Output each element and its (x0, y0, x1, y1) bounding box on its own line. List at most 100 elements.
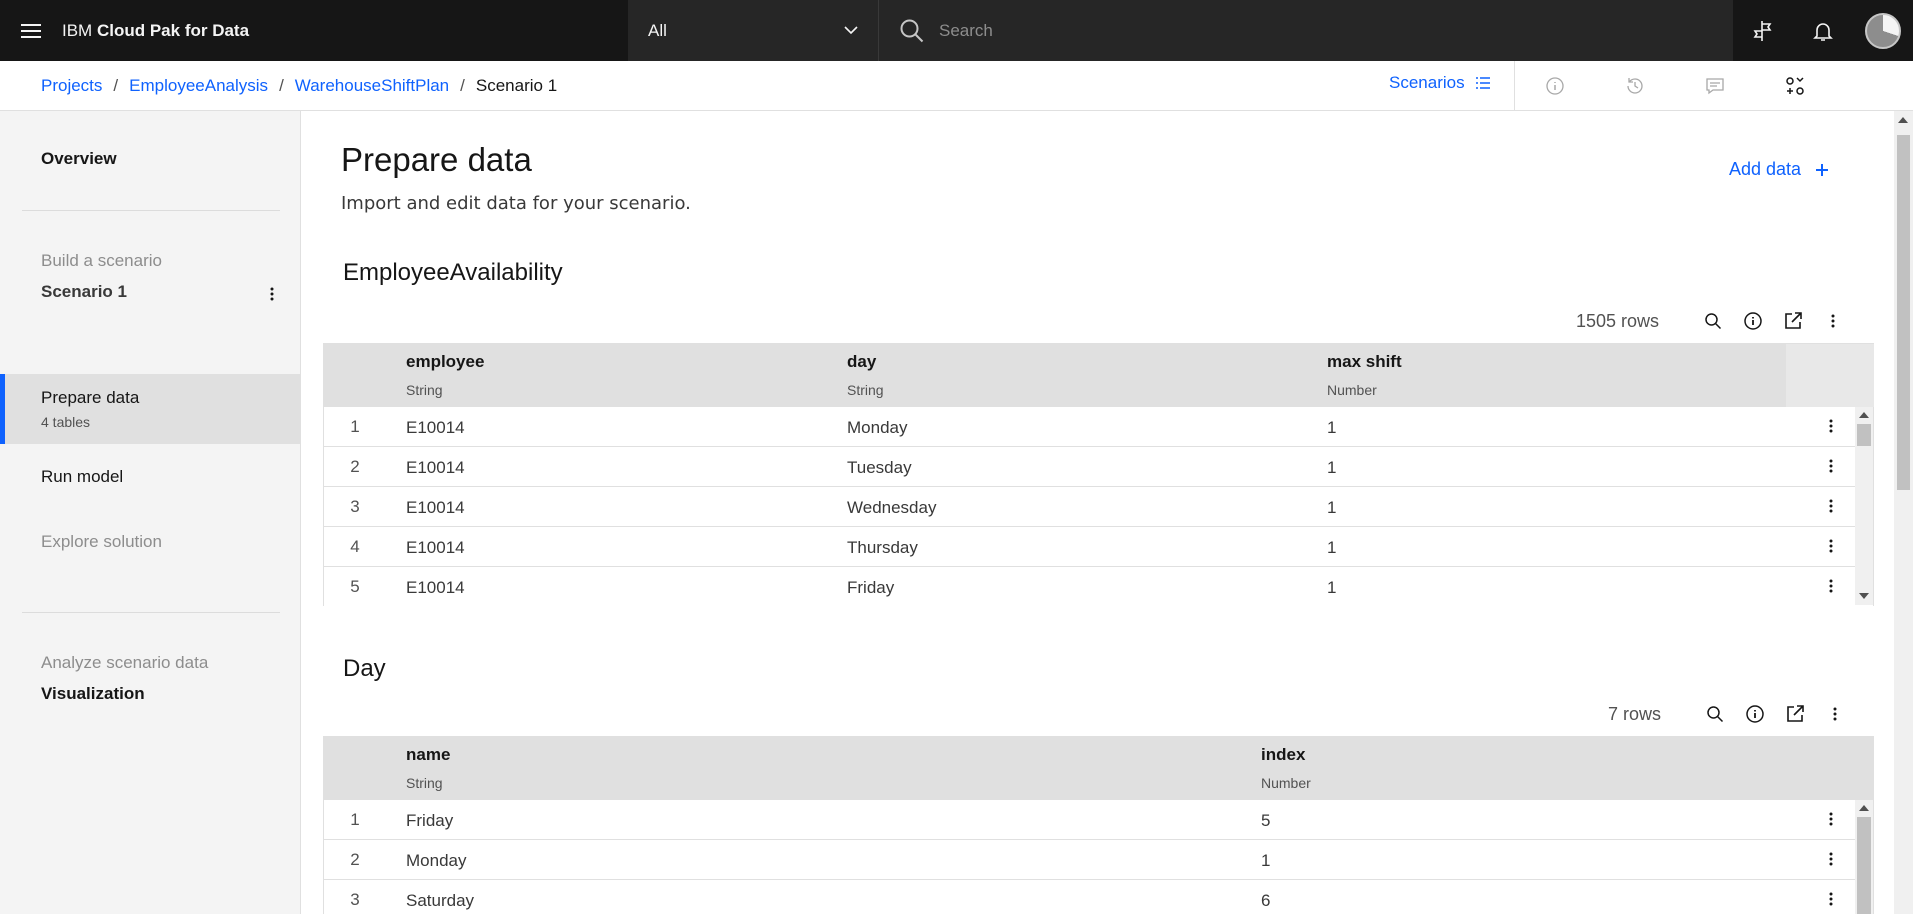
scenario-overflow-menu-icon[interactable] (270, 287, 274, 306)
table-cell[interactable]: Friday (847, 578, 894, 598)
row-index: 1 (350, 810, 360, 829)
sidebar-item-visualization[interactable]: Visualization (41, 684, 145, 704)
table-cell[interactable]: E10014 (406, 498, 465, 518)
table-title: EmployeeAvailability (343, 259, 563, 286)
column-header[interactable]: max shift (1327, 352, 1402, 372)
table-row[interactable]: 2 E10014 Tuesday 1 (324, 447, 1873, 487)
table-cell[interactable]: E10014 (406, 578, 465, 598)
column-header[interactable]: name (406, 745, 450, 765)
row-overflow-menu-icon[interactable] (1829, 892, 1833, 906)
table-cell[interactable]: 1 (1327, 458, 1336, 478)
user-avatar[interactable] (1853, 0, 1913, 61)
column-type: String (406, 775, 443, 791)
search-icon (900, 19, 924, 42)
row-overflow-menu-icon[interactable] (1829, 459, 1833, 473)
plus-icon (1816, 163, 1829, 176)
table-cell[interactable]: 1 (1327, 418, 1336, 438)
column-type: Number (1327, 382, 1377, 398)
chevron-down-icon (844, 26, 858, 35)
scroll-up-arrow-icon[interactable] (1859, 412, 1869, 418)
table-cell[interactable]: 1 (1327, 538, 1336, 558)
table-search-icon[interactable] (1693, 306, 1733, 336)
table-cell[interactable]: Thursday (847, 538, 918, 558)
table-scrollbar[interactable] (1855, 407, 1873, 605)
table-search-icon[interactable] (1695, 699, 1735, 729)
table-cell[interactable]: E10014 (406, 458, 465, 478)
table-cell[interactable]: Friday (406, 811, 453, 831)
sidebar-item-overview[interactable]: Overview (41, 149, 117, 169)
breadcrumb-warehouse-shift-plan[interactable]: WarehouseShiftPlan (295, 76, 449, 96)
product-brand[interactable]: IBM Cloud Pak for Data (62, 21, 628, 41)
column-header[interactable]: employee (406, 352, 484, 372)
scroll-up-arrow-icon[interactable] (1898, 117, 1908, 123)
table-cell[interactable]: E10014 (406, 418, 465, 438)
table-row[interactable]: 3 E10014 Wednesday 1 (324, 487, 1873, 527)
info-icon[interactable] (1542, 73, 1568, 99)
table-overflow-menu-icon[interactable] (1815, 699, 1855, 729)
breadcrumb-projects[interactable]: Projects (41, 76, 102, 96)
sidebar-item-run-model[interactable]: Run model (41, 467, 123, 487)
decision-optimization-icon[interactable] (1782, 73, 1808, 99)
open-external-icon[interactable] (1775, 699, 1815, 729)
open-external-icon[interactable] (1773, 306, 1813, 336)
row-index: 2 (350, 850, 360, 869)
global-search[interactable]: Search (878, 0, 1733, 61)
scroll-up-arrow-icon[interactable] (1859, 805, 1869, 811)
signpost-icon[interactable] (1733, 0, 1793, 61)
table-scrollbar[interactable] (1855, 800, 1873, 914)
table-cell[interactable]: Wednesday (847, 498, 936, 518)
history-icon[interactable] (1622, 73, 1648, 99)
table-cell[interactable]: Saturday (406, 891, 474, 911)
breadcrumb-employee-analysis[interactable]: EmployeeAnalysis (129, 76, 268, 96)
table-overflow-menu-icon[interactable] (1813, 306, 1853, 336)
scope-dropdown[interactable]: All (628, 0, 878, 61)
scenario-name[interactable]: Scenario 1 (41, 282, 127, 302)
table-row[interactable]: 1 E10014 Monday 1 (324, 407, 1873, 447)
breadcrumb-current: Scenario 1 (475, 75, 558, 95)
table-row[interactable]: 5 E10014 Friday 1 (324, 567, 1873, 607)
table-cell[interactable]: 1 (1327, 498, 1336, 518)
table-toolbar: 7 rows (1608, 699, 1855, 729)
table-row[interactable]: 2 Monday 1 (324, 840, 1873, 880)
row-index: 4 (350, 537, 360, 556)
column-header[interactable]: day (847, 352, 876, 372)
row-overflow-menu-icon[interactable] (1829, 579, 1833, 593)
comment-icon[interactable] (1702, 73, 1728, 99)
breadcrumb-separator: / (279, 75, 284, 95)
notification-bell-icon[interactable] (1793, 0, 1853, 61)
sidebar-item-explore-solution[interactable]: Explore solution (41, 532, 162, 552)
table-info-icon[interactable] (1733, 306, 1773, 336)
table-row[interactable]: 3 Saturday 6 (324, 880, 1873, 914)
table-cell[interactable]: E10014 (406, 538, 465, 558)
table-cell[interactable]: 6 (1261, 891, 1270, 911)
column-header[interactable]: index (1261, 745, 1305, 765)
table-cell[interactable]: Monday (847, 418, 907, 438)
scroll-down-arrow-icon[interactable] (1859, 593, 1869, 599)
hamburger-menu-icon[interactable] (0, 0, 62, 61)
table-cell[interactable]: 1 (1327, 578, 1336, 598)
row-overflow-menu-icon[interactable] (1829, 852, 1833, 866)
row-overflow-menu-icon[interactable] (1829, 499, 1833, 513)
page-title: Prepare data (341, 141, 532, 178)
table-info-icon[interactable] (1735, 699, 1775, 729)
search-input[interactable]: Search (939, 21, 993, 41)
breadcrumb: Projects / EmployeeAnalysis / WarehouseS… (41, 76, 557, 96)
add-data-label: Add data (1729, 159, 1802, 179)
table-cell[interactable]: 1 (1261, 851, 1270, 871)
top-navigation-bar: IBM Cloud Pak for Data All Search (0, 0, 1913, 61)
add-data-button[interactable]: Add data (1729, 159, 1829, 180)
data-table: employee String day String max shift Num… (323, 343, 1874, 607)
row-index: 1 (350, 417, 360, 436)
row-overflow-menu-icon[interactable] (1829, 539, 1833, 553)
column-type: Number (1261, 775, 1311, 791)
table-row[interactable]: 1 Friday 5 (324, 800, 1873, 840)
row-overflow-menu-icon[interactable] (1829, 812, 1833, 826)
table-cell[interactable]: Monday (406, 851, 466, 871)
table-cell[interactable]: Tuesday (847, 458, 912, 478)
sidebar-item-prepare-data[interactable]: Prepare data 4 tables (0, 374, 300, 444)
table-cell[interactable]: 5 (1261, 811, 1270, 831)
page-scrollbar[interactable] (1894, 111, 1913, 914)
table-row[interactable]: 4 E10014 Thursday 1 (324, 527, 1873, 567)
row-overflow-menu-icon[interactable] (1829, 419, 1833, 433)
scenarios-button[interactable]: Scenarios (1389, 73, 1491, 93)
